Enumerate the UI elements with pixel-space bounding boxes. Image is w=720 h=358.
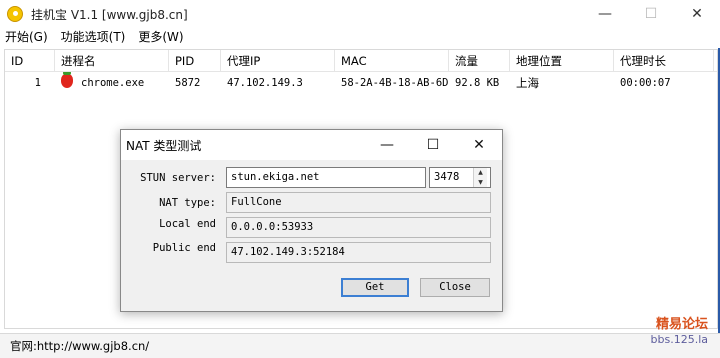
cell-proxy-ip: 47.102.149.3 <box>227 77 303 89</box>
dialog-close-button[interactable]: ✕ <box>456 130 502 160</box>
window-controls: — ☐ ✕ <box>582 0 720 28</box>
public-end-field: 47.102.149.3:52184 <box>226 242 491 263</box>
dialog-titlebar[interactable]: NAT 类型测试 — ☐ ✕ <box>121 130 502 160</box>
strawberry-icon <box>61 72 73 88</box>
menu-more[interactable]: 更多(W) <box>133 28 188 45</box>
maximize-button[interactable]: ☐ <box>628 0 674 28</box>
port-stepper[interactable]: ▲ ▼ <box>473 168 487 187</box>
port-value: 3478 <box>434 171 460 183</box>
nat-test-dialog: NAT 类型测试 — ☐ ✕ STUN server: stun.ekiga.n… <box>120 129 503 312</box>
window-title: 挂机宝 V1.1 [www.gjb8.cn] <box>31 7 188 22</box>
cell-duration: 00:00:07 <box>620 77 671 89</box>
column-header-location[interactable]: 地理位置 <box>510 50 614 72</box>
minimize-button[interactable]: — <box>582 0 628 28</box>
status-website[interactable]: 官网:http://www.gjb8.cn/ <box>10 338 149 354</box>
watermark-title: 精易论坛 <box>655 317 708 332</box>
forum-watermark: 精易论坛 bbs.125.la <box>651 317 708 347</box>
column-header-proxy-ip[interactable]: 代理IP <box>221 50 335 72</box>
menu-options[interactable]: 功能选项(T) <box>56 28 131 45</box>
cell-mac: 58-2A-4B-18-AB-6D <box>341 77 449 89</box>
column-header-id[interactable]: ID <box>5 50 55 72</box>
app-logo-icon <box>7 6 23 22</box>
nat-type-label: NAT type: <box>159 197 216 209</box>
cell-traffic: 92.8 KB <box>455 77 500 89</box>
status-bar: 官网:http://www.gjb8.cn/ <box>0 333 720 358</box>
dialog-title: NAT 类型测试 <box>126 138 202 153</box>
menu-bar: 开始(G) 功能选项(T) 更多(W) <box>0 26 192 46</box>
dialog-maximize-button[interactable]: ☐ <box>410 130 456 160</box>
local-end-field: 0.0.0.0:53933 <box>226 217 491 238</box>
cell-id: 1 <box>34 77 41 89</box>
stun-server-input[interactable]: stun.ekiga.net <box>226 167 426 188</box>
cell-location: 上海 <box>516 76 539 90</box>
table-header: ID 进程名 PID 代理IP MAC 流量 地理位置 代理时长 <box>5 50 717 72</box>
close-button[interactable]: ✕ <box>674 0 720 28</box>
nat-type-field: FullCone <box>226 192 491 213</box>
column-header-pid[interactable]: PID <box>169 50 221 72</box>
column-header-mac[interactable]: MAC <box>335 50 449 72</box>
watermark-url: bbs.125.la <box>650 333 708 346</box>
local-end-label: Local end <box>159 218 216 230</box>
stun-server-label: STUN server: <box>140 172 216 184</box>
menu-start[interactable]: 开始(G) <box>0 28 53 45</box>
column-header-duration[interactable]: 代理时长 <box>614 50 714 72</box>
port-up-icon[interactable]: ▲ <box>474 168 487 178</box>
cell-process: chrome.exe <box>55 72 169 94</box>
main-titlebar[interactable]: 挂机宝 V1.1 [www.gjb8.cn] — ☐ ✕ <box>0 0 720 28</box>
table-row[interactable]: 1 chrome.exe 5872 47.102.149.3 58-2A-4B-… <box>5 72 717 94</box>
get-button[interactable]: Get <box>341 278 409 297</box>
dialog-window-controls: — ☐ ✕ <box>364 130 502 160</box>
column-header-traffic[interactable]: 流量 <box>449 50 510 72</box>
dialog-close-action-button[interactable]: Close <box>420 278 490 297</box>
column-header-process[interactable]: 进程名 <box>55 50 169 72</box>
dialog-minimize-button[interactable]: — <box>364 130 410 160</box>
port-down-icon[interactable]: ▼ <box>474 177 487 187</box>
cell-pid: 5872 <box>175 77 201 89</box>
public-end-label: Public end <box>152 242 216 254</box>
process-name: chrome.exe <box>81 77 145 89</box>
